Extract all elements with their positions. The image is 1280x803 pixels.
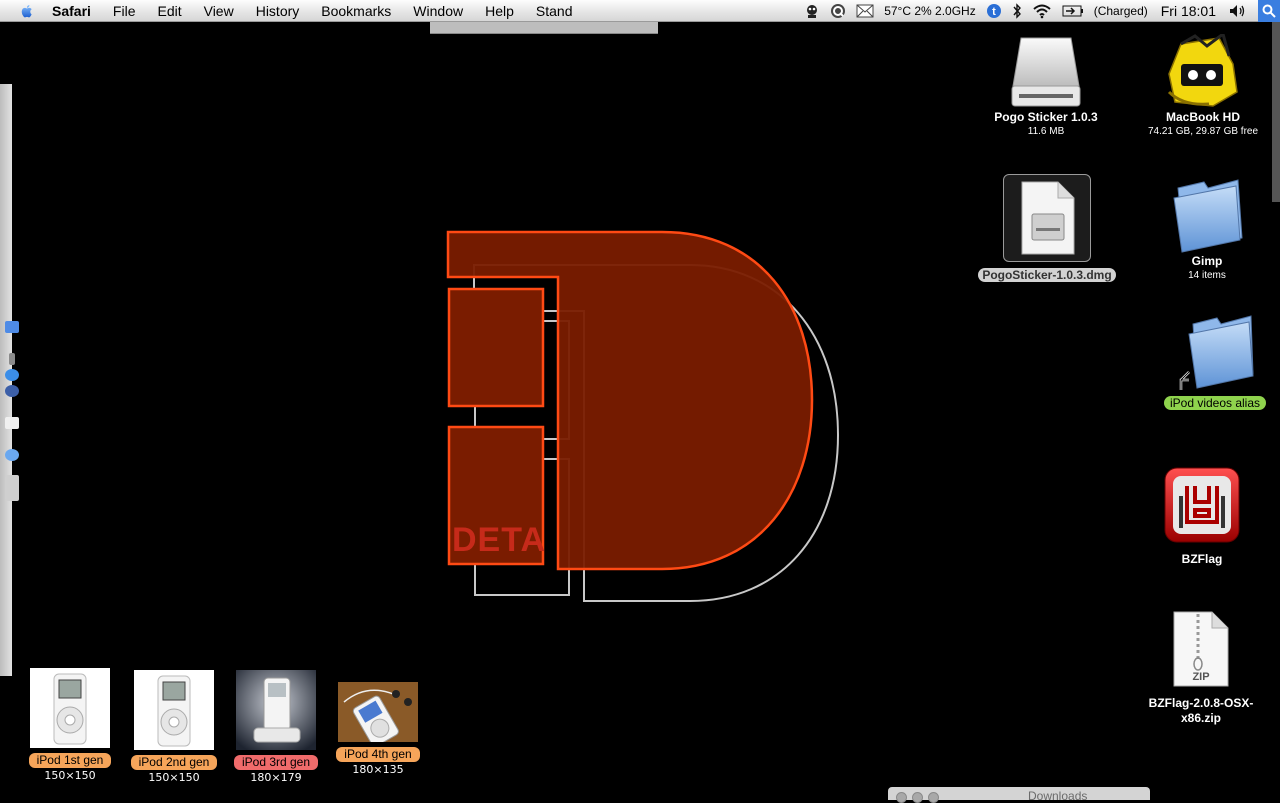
thumbnail-ipod-4th-gen[interactable]: iPod 4th gen 180×135	[328, 682, 428, 777]
thumbnail-dims: 150×150	[148, 771, 200, 784]
system-preferences-dock-icon[interactable]	[5, 385, 19, 397]
menu-bookmarks[interactable]: Bookmarks	[310, 0, 402, 22]
thumbnail-label: iPod 4th gen	[336, 747, 420, 762]
wifi-icon[interactable]	[1032, 3, 1052, 19]
thumbnail-label: iPod 3rd gen	[233, 755, 319, 770]
desktop-icon-gimp-folder[interactable]: Gimp 14 items	[1152, 176, 1262, 283]
thumbnail-ipod-1st-gen[interactable]: iPod 1st gen 150×150	[18, 668, 122, 783]
textedit-dock-icon[interactable]	[5, 417, 19, 429]
window-fragment-top[interactable]	[430, 22, 658, 34]
thumbnail-dims: 180×179	[250, 771, 302, 784]
zoom-button[interactable]	[928, 792, 939, 803]
disk-image-volume-icon	[980, 34, 1112, 110]
downloads-window[interactable]: Downloads	[888, 787, 1150, 803]
apple-icon[interactable]	[18, 2, 36, 20]
bzflag-app-icon	[1150, 466, 1254, 544]
desktop-icon-name: BZFlag	[1181, 552, 1223, 566]
thumbnail-label: iPod 1st gen	[28, 753, 112, 768]
minimize-button[interactable]	[912, 792, 923, 803]
quicksilver-icon[interactable]	[830, 3, 846, 19]
cpu-status[interactable]: 57°C 2% 2.0GHz	[884, 4, 976, 18]
close-button[interactable]	[896, 792, 907, 803]
zip-badge: ZIP	[1192, 671, 1209, 683]
logo-upper-block	[447, 287, 545, 408]
window-fragment-right[interactable]	[1272, 22, 1280, 202]
monitor-agent-icon[interactable]	[804, 3, 820, 19]
desktop-icon-info: 14 items	[1188, 270, 1226, 281]
desktop-icon-name: BZFlag-2.0.8-OSX-x86.zip	[1148, 696, 1254, 725]
desktop-icon-name: iPod videos alias	[1163, 396, 1267, 410]
dock	[0, 315, 22, 515]
folder-icon	[1152, 176, 1262, 254]
ipod-1st-gen-image	[30, 668, 110, 748]
spotlight-icon[interactable]	[1258, 0, 1280, 22]
menu-window[interactable]: Window	[402, 0, 474, 22]
desktop-icon-name: Pogo Sticker 1.0.3	[994, 110, 1098, 124]
volume-icon[interactable]	[1229, 4, 1247, 18]
ichat-dock-icon[interactable]	[5, 449, 19, 461]
folder-alias-icon	[1150, 314, 1280, 394]
dmg-file-icon	[1003, 174, 1091, 262]
hard-drive-icon	[1136, 34, 1270, 110]
mail-icon[interactable]	[856, 4, 874, 18]
desktop-icon-name: Gimp	[1191, 254, 1223, 268]
battery-status[interactable]: (Charged)	[1094, 4, 1148, 18]
zip-file-icon: ZIP	[1130, 610, 1272, 688]
ipod-3rd-gen-image	[236, 670, 316, 750]
downloads-window-title: Downloads	[1028, 789, 1088, 803]
thumbnail-ipod-2nd-gen[interactable]: iPod 2nd gen 150×150	[124, 670, 224, 785]
desktop-icon-name: MacBook HD	[1165, 110, 1240, 124]
desktop-icon-info: 74.21 GB, 29.87 GB free	[1147, 126, 1259, 137]
finder-dock-icon[interactable]	[5, 321, 19, 333]
menu-stand[interactable]: Stand	[525, 0, 584, 22]
tweet-icon[interactable]: t	[986, 3, 1002, 19]
desktop-icon-bzflag[interactable]: BZFlag	[1150, 466, 1254, 567]
desktop-icon-name: PogoSticker-1.0.3.dmg	[978, 268, 1116, 282]
thumbnail-ipod-3rd-gen[interactable]: iPod 3rd gen 180×179	[226, 670, 326, 785]
desktop-icon-macbook-hd[interactable]: MacBook HD 74.21 GB, 29.87 GB free	[1136, 34, 1270, 139]
ipod-4th-gen-image	[338, 682, 418, 747]
thumbnail-label: iPod 2nd gen	[130, 755, 218, 770]
ipod-2nd-gen-image	[134, 670, 214, 750]
desktop-icon-ipod-videos-alias[interactable]: iPod videos alias	[1150, 314, 1280, 410]
thumbnail-dims: 180×135	[352, 763, 404, 776]
menu-app-safari[interactable]: Safari	[46, 0, 102, 22]
desktop-icon-bzflag-zip[interactable]: ZIP BZFlag-2.0.8-OSX-x86.zip	[1130, 610, 1272, 726]
dictionary-dock-icon[interactable]	[9, 353, 15, 365]
menu-history[interactable]: History	[245, 0, 311, 22]
safari-dock-icon[interactable]	[5, 369, 19, 381]
logo-text: DETA	[452, 521, 546, 559]
thumbnail-dims: 150×150	[44, 769, 96, 782]
clock[interactable]: Fri 18:01	[1161, 3, 1216, 19]
menu-bar: Safari File Edit View History Bookmarks …	[0, 0, 1280, 22]
menu-view[interactable]: View	[193, 0, 245, 22]
desktop-icon-pogosticker-dmg[interactable]: PogoSticker-1.0.3.dmg	[966, 174, 1128, 282]
menu-help[interactable]: Help	[474, 0, 525, 22]
menu-edit[interactable]: Edit	[146, 0, 192, 22]
wallpaper-logo: DETA	[440, 225, 850, 620]
menu-extras: 57°C 2% 2.0GHz t (Charged) Fri 18:01	[799, 0, 1280, 22]
svg-text:t: t	[992, 6, 996, 18]
trash-dock-icon[interactable]	[5, 475, 19, 501]
bluetooth-icon[interactable]	[1012, 3, 1022, 19]
desktop-icon-info: 11.6 MB	[1027, 126, 1065, 137]
desktop-icon-pogo-sticker-volume[interactable]: Pogo Sticker 1.0.3 11.6 MB	[980, 34, 1112, 139]
menu-file[interactable]: File	[102, 0, 147, 22]
battery-icon[interactable]	[1062, 5, 1084, 17]
